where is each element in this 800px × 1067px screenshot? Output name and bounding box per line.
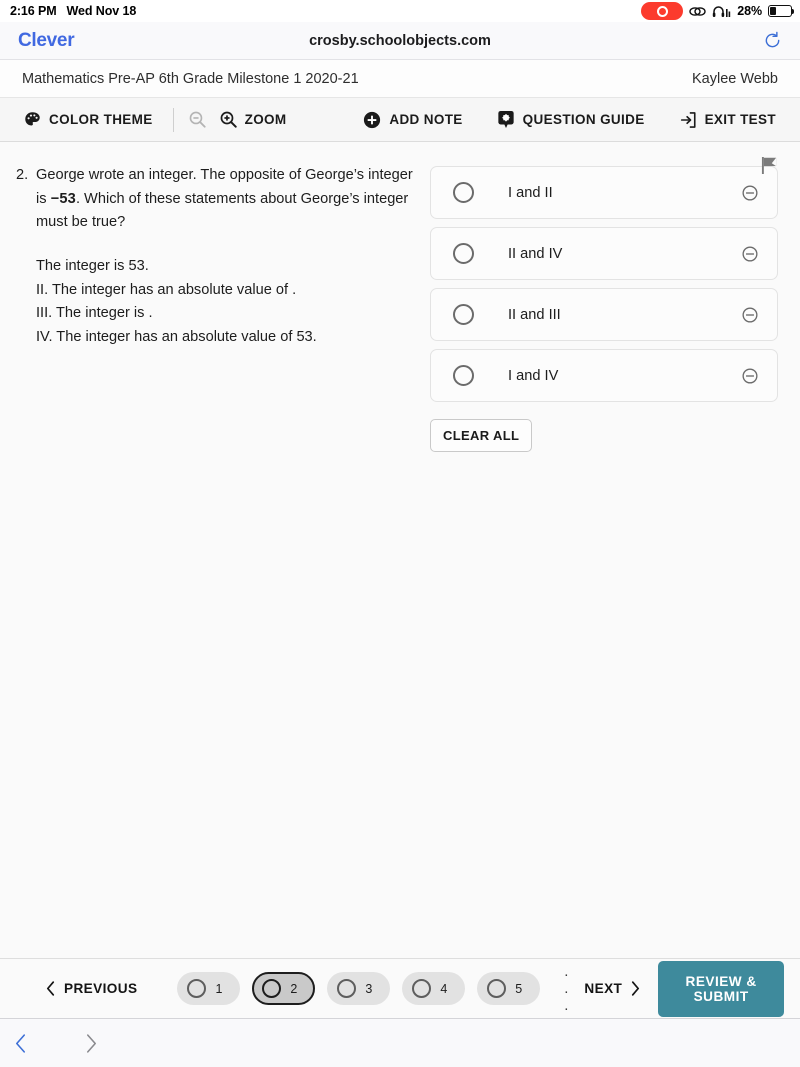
zoom-in-icon (219, 110, 238, 129)
previous-label: PREVIOUS (64, 981, 138, 996)
strikethrough-icon[interactable] (741, 306, 759, 324)
question-stem: 2. George wrote an integer. The opposite… (16, 164, 416, 235)
add-note-button[interactable]: ADD NOTE (357, 107, 468, 133)
battery-icon (768, 5, 795, 17)
answer-label: II and IV (508, 245, 563, 262)
answer-option[interactable]: I and II (430, 166, 778, 219)
battery-percent: 28% (737, 4, 762, 18)
question-guide-button[interactable]: QUESTION GUIDE (491, 106, 651, 133)
next-button[interactable]: NEXT (584, 981, 640, 996)
answer-option[interactable]: I and IV (430, 349, 778, 402)
plus-circle-icon (363, 111, 381, 129)
question-text-part2: . Which of these statements about George… (36, 190, 409, 231)
page-number: 4 (440, 981, 448, 996)
question-guide-marker-icon (497, 110, 515, 129)
student-name: Kaylee Webb (692, 70, 778, 87)
page-number: 1 (215, 981, 223, 996)
flag-icon[interactable] (761, 156, 778, 180)
answer-option[interactable]: II and IV (430, 227, 778, 280)
next-label: NEXT (584, 981, 623, 996)
strikethrough-icon[interactable] (741, 184, 759, 202)
question-number: 2. (16, 167, 29, 183)
answer-label: II and III (508, 306, 561, 323)
answer-radio[interactable] (453, 182, 474, 203)
page-number: 5 (515, 981, 523, 996)
previous-button[interactable]: PREVIOUS (46, 981, 137, 996)
strikethrough-icon[interactable] (741, 245, 759, 263)
review-and-submit-button[interactable]: REVIEW & SUBMIT (658, 960, 784, 1017)
answer-label: I and IV (508, 367, 559, 384)
status-date: Wed Nov 18 (66, 4, 137, 18)
answer-radio[interactable] (453, 304, 474, 325)
page-pill-4[interactable]: 4 (402, 972, 466, 1005)
safari-bottom-bar (0, 1018, 800, 1067)
question-stem-column: 2. George wrote an integer. The opposite… (16, 164, 416, 452)
add-note-label: ADD NOTE (389, 112, 463, 127)
reload-icon[interactable] (763, 31, 782, 50)
page-dot (262, 979, 282, 998)
palette-icon (24, 111, 41, 128)
zoom-in-button[interactable]: ZOOM (219, 106, 293, 133)
chevron-right-icon[interactable] (85, 1033, 98, 1054)
page-dot (412, 979, 432, 998)
answer-option[interactable]: II and III (430, 288, 778, 341)
test-title: Mathematics Pre-AP 6th Grade Milestone 1… (22, 70, 359, 87)
toolbar-divider (172, 107, 174, 132)
record-indicator-icon[interactable] (641, 2, 684, 20)
answer-radio[interactable] (453, 243, 474, 264)
chevron-left-icon (46, 981, 55, 996)
question-body: George wrote an integer. The opposite of… (36, 164, 416, 235)
test-title-row: Mathematics Pre-AP 6th Grade Milestone 1… (0, 60, 800, 98)
ios-status-bar: 2:16 PM Wed Nov 18 28% (0, 0, 800, 22)
page-number: 3 (365, 981, 373, 996)
color-theme-button[interactable]: COLOR THEME (18, 107, 159, 132)
page-dot (487, 979, 507, 998)
statement-list: The integer is 53. II. The integer has a… (16, 255, 416, 350)
toolbar-right-group: ADD NOTE QUESTION GUIDE EXIT TEST (357, 106, 782, 133)
statement-item: III. The integer is . (36, 305, 153, 322)
page-ellipsis: . . . (564, 963, 571, 1014)
strikethrough-icon[interactable] (741, 367, 759, 385)
status-right-group: 28% (641, 2, 795, 20)
headphones-icon (712, 5, 731, 18)
zoom-out-icon[interactable] (188, 110, 207, 129)
page-pill-3[interactable]: 3 (327, 972, 391, 1005)
statement-item: IV. The integer has an absolute value of… (36, 328, 317, 345)
page-number: 2 (290, 981, 298, 996)
exit-test-button[interactable]: EXIT TEST (673, 107, 782, 133)
exit-test-label: EXIT TEST (704, 112, 776, 127)
status-time: 2:16 PM (10, 4, 57, 18)
test-bottom-nav: PREVIOUS 1 2 3 4 5 . . . NEXT REVIEW & S… (0, 958, 800, 1018)
answer-label: I and II (508, 184, 553, 201)
clever-logo[interactable]: Clever (18, 30, 75, 52)
answer-options-column: I and II II and IV II and III I and IV C… (430, 164, 778, 452)
url-text[interactable]: crosby.schoolobjects.com (0, 33, 800, 49)
zoom-controls: ZOOM (188, 106, 293, 133)
page-pill-5[interactable]: 5 (477, 972, 541, 1005)
zoom-label: ZOOM (244, 112, 287, 127)
question-content-area: 2. George wrote an integer. The opposite… (0, 142, 800, 958)
answer-radio[interactable] (453, 365, 474, 386)
page-pill-2[interactable]: 2 (252, 972, 316, 1005)
statement-item: The integer is 53. (36, 257, 149, 274)
chevron-left-icon[interactable] (14, 1033, 27, 1054)
question-math-value: −53 (50, 190, 76, 207)
page-pills: 1 2 3 4 5 . . . (177, 963, 584, 1014)
test-toolbar: COLOR THEME ZOOM ADD NOTE QUESTION GUIDE… (0, 98, 800, 142)
page-dot (337, 979, 357, 998)
statement-item: II. The integer has an absolute value of… (36, 281, 297, 298)
question-guide-label: QUESTION GUIDE (522, 112, 645, 127)
page-pill-1[interactable]: 1 (177, 972, 241, 1005)
question-grid: 2. George wrote an integer. The opposite… (0, 142, 800, 452)
chevron-right-icon (632, 981, 640, 996)
tablet-screen: 2:16 PM Wed Nov 18 28% Clever crosby.sch… (0, 0, 800, 1067)
browser-bar: Clever crosby.schoolobjects.com (0, 22, 800, 60)
color-theme-label: COLOR THEME (49, 112, 153, 127)
page-dot (187, 979, 207, 998)
exit-icon (679, 111, 697, 129)
clear-all-button[interactable]: CLEAR ALL (430, 419, 533, 452)
screen-mirroring-icon (689, 5, 706, 18)
